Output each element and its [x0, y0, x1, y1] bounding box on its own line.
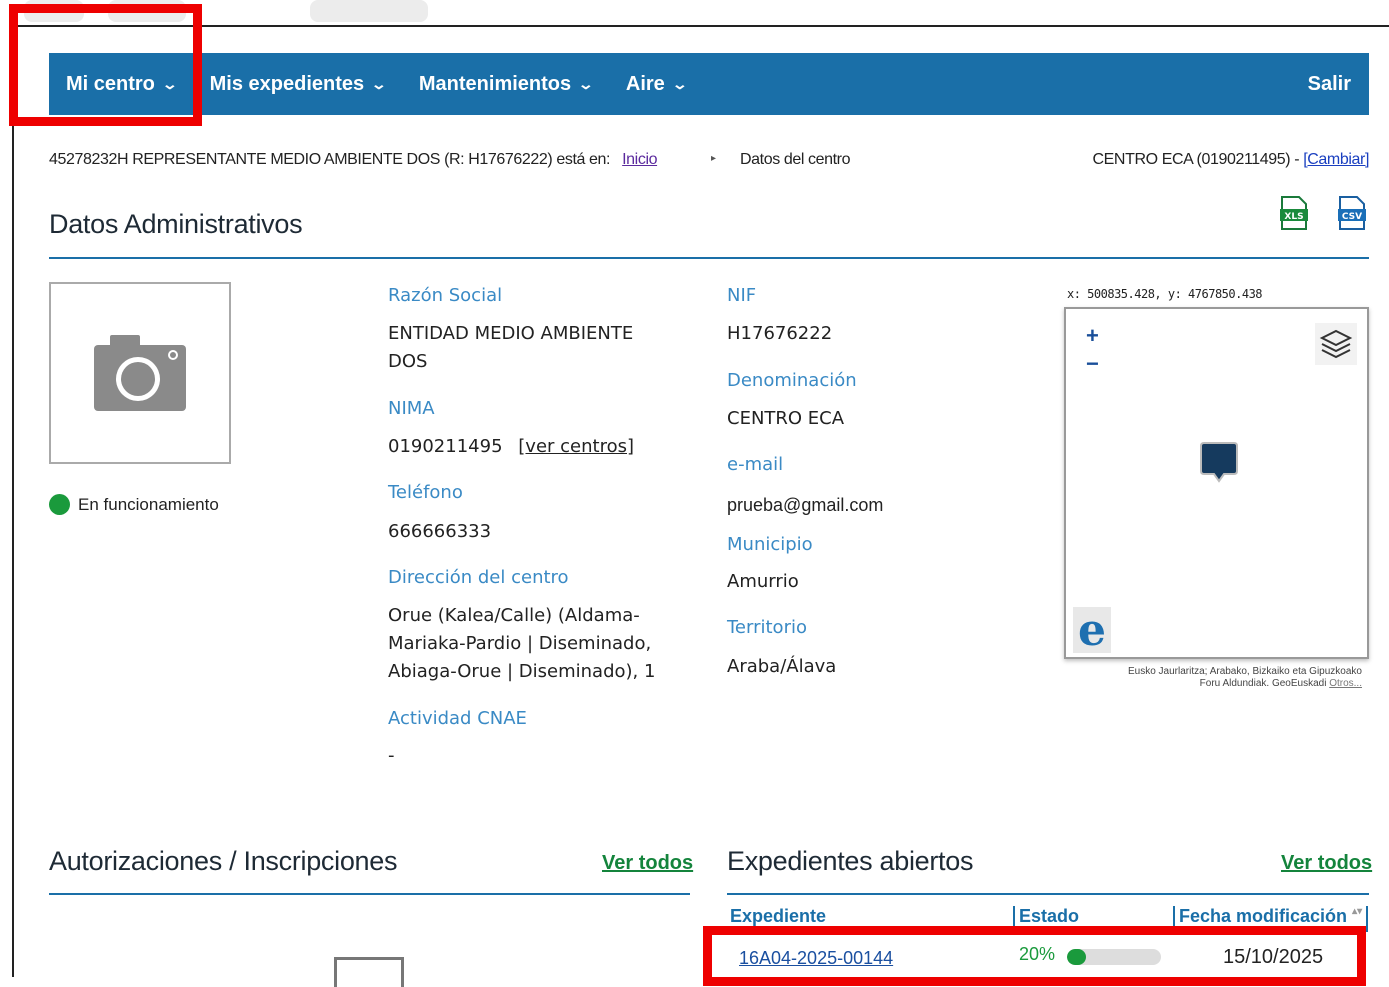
background-artifact: [24, 0, 84, 22]
status-dot-icon: [49, 494, 70, 515]
layers-icon: [1319, 329, 1353, 359]
map-attribution-line: Eusko Jaurlaritza; Arabako, Bizkaiko eta…: [1127, 666, 1362, 677]
ver-centros-link[interactable]: [ver centros]: [518, 436, 634, 457]
chevron-down-icon: ⌄: [577, 75, 595, 92]
estado-percent: 20%: [1019, 944, 1056, 964]
svg-text:CSV: CSV: [1342, 212, 1362, 222]
layers-button[interactable]: [1315, 323, 1357, 365]
estado-progress-fill: [1067, 949, 1086, 965]
chevron-down-icon: ⌄: [671, 75, 688, 92]
estado-progress-bar: [1067, 949, 1161, 965]
nif-label: NIF: [727, 285, 757, 306]
status-text: En funcionamiento: [78, 494, 219, 514]
autorizaciones-ver-todos-link[interactable]: Ver todos: [602, 852, 693, 875]
map-coordinates: x: 500835.428, y: 4767850.438: [1067, 287, 1263, 301]
municipio-value: Amurrio: [727, 571, 799, 592]
nav-item-label: Mantenimientos: [418, 72, 572, 95]
email-label: e-mail: [727, 454, 784, 475]
breadcrumb-home-link[interactable]: Inicio: [622, 151, 657, 168]
municipio-label: Municipio: [727, 534, 813, 555]
direccion-value: Orue (Kalea/Calle) (Aldama- Mariaka-Pard…: [388, 602, 655, 686]
section-divider: [49, 257, 1369, 259]
background-artifact: [310, 0, 428, 22]
nif-value: H17676222: [727, 323, 833, 344]
direccion-line: Abiaga-Orue | Diseminado), 1: [388, 661, 656, 682]
section-title-expedientes: Expedientes abiertos: [727, 846, 974, 876]
section-divider: [727, 893, 1369, 895]
expedientes-ver-todos-link[interactable]: Ver todos: [1281, 852, 1372, 875]
logout-button[interactable]: Salir: [1291, 53, 1369, 115]
nav-item-mi-centro[interactable]: Mi centro ⌄: [49, 53, 193, 115]
breadcrumb-user: 45278232H REPRESENTANTE MEDIO AMBIENTE D…: [49, 151, 657, 169]
current-center-text: CENTRO ECA (0190211495) -: [1092, 151, 1304, 168]
direccion-line: Mariaka-Pardio | Diseminado,: [388, 633, 652, 654]
chevron-down-icon: ⌄: [370, 75, 388, 92]
territorio-value: Araba/Álava: [727, 656, 837, 677]
nav-item-label: Aire: [625, 72, 665, 95]
razon-social-label: Razón Social: [388, 285, 503, 306]
center-photo-placeholder[interactable]: [49, 282, 231, 464]
cnae-label: Actividad CNAE: [388, 708, 527, 729]
expediente-link[interactable]: 16A04-2025-00144: [739, 948, 893, 969]
razon-social-value: ENTIDAD MEDIO AMBIENTE DOS: [388, 320, 633, 376]
section-title-autorizaciones: Autorizaciones / Inscripciones: [49, 846, 398, 876]
export-xls-icon[interactable]: XLS: [1279, 196, 1309, 230]
nima-label: NIMA: [388, 398, 435, 419]
telefono-value: 666666333: [388, 521, 492, 542]
zoom-in-button[interactable]: +: [1086, 323, 1099, 349]
main-navbar: Mi centro ⌄ Mis expedientes ⌄ Mantenimie…: [49, 53, 1369, 115]
column-separator: [1173, 906, 1175, 932]
direccion-label: Dirección del centro: [388, 567, 569, 588]
column-header-fecha-label: Fecha modificación: [1179, 906, 1348, 926]
background-artifact: [108, 0, 186, 22]
section-title-admin: Datos Administrativos: [49, 209, 303, 239]
cnae-value: -: [388, 745, 395, 766]
razon-social-line: DOS: [388, 351, 428, 372]
telefono-label: Teléfono: [388, 482, 463, 503]
map-attribution-more-link[interactable]: Otros...: [1329, 678, 1362, 689]
nav-item-label: Mi centro: [66, 72, 155, 95]
export-csv-icon[interactable]: CSV: [1337, 196, 1367, 230]
current-center: CENTRO ECA (0190211495) - [Cambiar]: [1093, 151, 1370, 169]
breadcrumb-user-text: 45278232H REPRESENTANTE MEDIO AMBIENTE D…: [49, 151, 611, 168]
fecha-modificacion: 15/10/2025: [1223, 946, 1324, 968]
map-marker-icon[interactable]: [1200, 441, 1238, 485]
window-border-top: [12, 25, 1389, 27]
nav-item-aire[interactable]: Aire ⌄: [609, 53, 703, 115]
map-attribution-line2: Foru Aldundiak. GeoEuskadi Otros...: [1062, 678, 1362, 690]
denominacion-value: CENTRO ECA: [727, 408, 845, 429]
map-attribution-text: Foru Aldundiak. GeoEuskadi: [1199, 678, 1330, 689]
column-header-expediente[interactable]: Expediente: [730, 906, 826, 927]
euskadi-logo: e: [1073, 607, 1111, 653]
razon-social-line: ENTIDAD MEDIO AMBIENTE: [388, 323, 634, 344]
breadcrumb-separator-icon: ▸: [711, 153, 716, 164]
location-map[interactable]: + − e: [1064, 307, 1369, 659]
status-badge: En funcionamiento: [49, 494, 219, 515]
direccion-line: Orue (Kalea/Calle) (Aldama-: [388, 605, 640, 626]
window-border-left: [12, 25, 14, 977]
calendar-icon: [334, 957, 404, 987]
svg-text:XLS: XLS: [1284, 212, 1303, 222]
nima-value-row: 0190211495 [ver centros]: [388, 433, 634, 461]
column-separator: [1366, 906, 1368, 932]
nav-item-mis-expedientes[interactable]: Mis expedientes ⌄: [193, 53, 402, 115]
nav-item-label: Mis expedientes: [209, 72, 365, 95]
column-header-fecha[interactable]: Fecha modificación ▴▾: [1179, 906, 1362, 927]
column-separator: [1013, 906, 1015, 932]
nima-value: 0190211495: [388, 436, 503, 457]
nav-item-mantenimientos[interactable]: Mantenimientos ⌄: [402, 53, 609, 115]
column-header-estado[interactable]: Estado: [1019, 906, 1079, 927]
section-divider: [49, 893, 690, 895]
chevron-down-icon: ⌄: [161, 75, 178, 92]
camera-icon: [94, 335, 186, 411]
sort-icon: ▴▾: [1352, 906, 1363, 917]
territorio-label: Territorio: [727, 617, 807, 638]
email-value: prueba@gmail.com: [727, 495, 884, 515]
map-attribution: Eusko Jaurlaritza; Arabako, Bizkaiko eta…: [1062, 666, 1362, 690]
denominacion-label: Denominación: [727, 370, 857, 391]
change-center-link[interactable]: [Cambiar]: [1303, 151, 1369, 168]
zoom-out-button[interactable]: −: [1086, 351, 1099, 377]
breadcrumb-current: Datos del centro: [740, 151, 851, 168]
